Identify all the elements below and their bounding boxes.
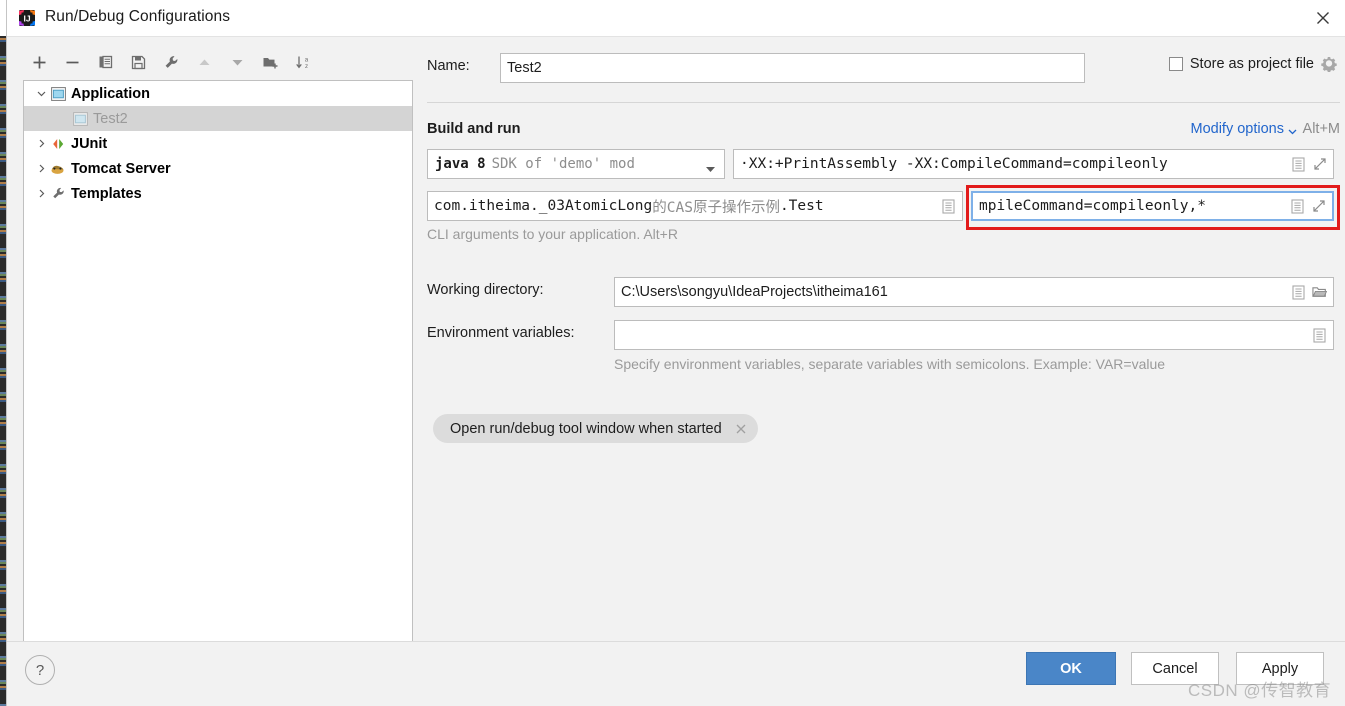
dialog-title: Run/Debug Configurations [45,8,231,25]
tree-item-label: Test2 [93,110,128,127]
junit-icon [50,136,66,152]
tree-item-label: JUnit [71,135,108,152]
cli-arguments-hint: CLI arguments to your application. Alt+R [427,226,678,242]
list-icon[interactable] [1290,198,1305,214]
environment-variables-label: Environment variables: [427,325,575,341]
store-as-project-file-label: Store as project file [1189,56,1314,72]
arrow-up-icon [188,47,221,77]
svg-text:IJ: IJ [23,14,30,24]
configurations-toolbar: a z [23,46,415,78]
chevron-down-icon[interactable] [1287,124,1298,140]
list-icon[interactable] [1291,284,1306,300]
build-and-run-heading: Build and run [427,121,521,137]
expand-icon[interactable] [1312,156,1327,172]
main-class-value-cjk: 的CAS原子操作示例 [652,199,780,216]
tree-item-label: Templates [71,185,142,202]
cancel-button[interactable]: Cancel [1131,652,1219,685]
jdk-select[interactable]: java 8 SDK of 'demo' mod [427,149,725,179]
chevron-right-icon[interactable] [32,185,50,203]
tree-item-junit[interactable]: JUnit [24,131,412,156]
dialog-titlebar: IJ Run/Debug Configurations [7,0,1345,37]
folder-add-icon[interactable] [254,47,287,77]
working-directory-input[interactable]: C:\Users\songyu\IdeaProjects\itheima161 [614,277,1334,307]
vm-options-input[interactable]: ·XX:+PrintAssembly -XX:CompileCommand=co… [733,149,1334,179]
list-icon[interactable] [1291,156,1306,172]
apply-button[interactable]: Apply [1236,652,1324,685]
name-input[interactable]: Test2 [500,53,1085,83]
modify-options-shortcut: Alt+M [1302,121,1340,137]
environment-variables-input[interactable] [614,320,1334,350]
main-class-input[interactable]: com.itheima._03AtomicLong 的CAS原子操作示例 .Te… [427,191,963,221]
save-icon[interactable] [122,47,155,77]
working-directory-value: C:\Users\songyu\IdeaProjects\itheima161 [621,284,888,300]
tree-item-label: Tomcat Server [71,160,171,177]
configuration-editor-pane: Name: Test2 Store as project file Build … [421,36,1345,642]
application-icon [50,86,66,102]
program-arguments-input[interactable]: mpileCommand=compileonly,* [971,191,1334,221]
wrench-icon [50,186,66,202]
name-label: Name: [427,58,470,74]
close-icon[interactable] [1300,0,1345,36]
store-as-project-file-checkbox[interactable] [1168,57,1183,71]
wrench-icon[interactable] [155,47,188,77]
tree-item-application[interactable]: Application [24,81,412,106]
environment-variables-hint: Specify environment variables, separate … [614,356,1166,372]
chevron-down-icon[interactable] [705,162,716,178]
intellij-idea-logo-icon: IJ [17,8,37,28]
main-class-value-package: com.itheima._03AtomicLong [434,198,653,214]
vm-options-value: ·XX:+PrintAssembly -XX:CompileCommand=co… [740,156,1168,172]
help-button[interactable]: ? [25,655,55,685]
list-icon[interactable] [1312,327,1327,343]
chevron-right-icon[interactable] [32,135,50,153]
add-configuration-button[interactable] [23,47,56,77]
configurations-tree[interactable]: Application Test2 JUnit Tomcat Server Te… [23,80,413,646]
application-icon [72,111,88,127]
program-arguments-value: mpileCommand=compileonly,* [979,198,1206,214]
folder-browse-icon[interactable] [1312,284,1327,300]
tree-item-templates[interactable]: Templates [24,181,412,206]
main-class-value-class: .Test [779,198,824,214]
gear-icon[interactable] [1321,56,1337,72]
svg-text:z: z [305,63,308,70]
modify-options-link[interactable]: Modify options [1191,121,1285,137]
expand-icon[interactable] [1311,198,1326,214]
section-divider [427,102,1340,103]
list-icon[interactable] [941,198,956,214]
chevron-right-icon[interactable] [32,160,50,178]
tree-item-test2[interactable]: Test2 [24,106,412,131]
tree-item-tomcat-server[interactable]: Tomcat Server [24,156,412,181]
close-small-icon[interactable] [734,422,748,436]
store-as-project-file-row[interactable]: Store as project file [1168,56,1337,72]
tree-item-label: Application [71,85,150,102]
open-run-debug-tool-window-chip[interactable]: Open run/debug tool window when started [433,414,758,443]
ok-button[interactable]: OK [1026,652,1116,685]
sort-alpha-icon[interactable]: a z [287,47,320,77]
chip-label: Open run/debug tool window when started [450,420,722,437]
working-directory-label: Working directory: [427,282,544,298]
remove-configuration-button[interactable] [56,47,89,77]
jdk-value-name: java 8 [435,156,486,172]
jdk-value-detail: SDK of 'demo' mod [491,156,635,172]
tomcat-icon [50,161,66,177]
run-debug-configurations-dialog: IJ Run/Debug Configurations a z Applicat… [6,0,1345,706]
chevron-down-icon[interactable] [32,85,50,103]
copy-icon[interactable] [89,47,122,77]
dialog-footer: ? OK Cancel Apply [7,641,1345,706]
arrow-down-icon[interactable] [221,47,254,77]
